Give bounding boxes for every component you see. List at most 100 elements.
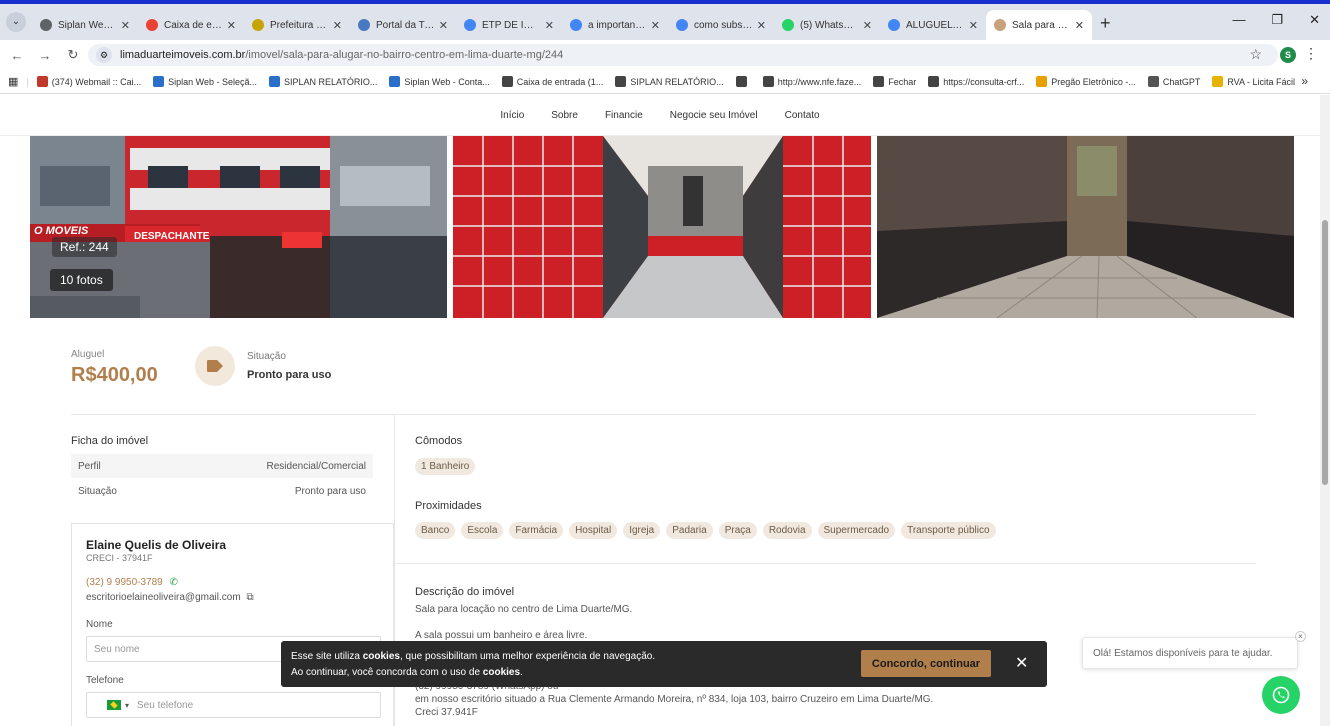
url-domain: limaduarteimoveis.com.br: [120, 49, 246, 61]
ficha-key: Situação: [78, 485, 117, 497]
bookmark-item[interactable]: Siplan Web - Seleçã...: [153, 76, 257, 87]
bookmark-item[interactable]: Pregão Eletrônico -...: [1036, 76, 1136, 87]
bookmark-item[interactable]: Caixa de entrada (1...: [501, 76, 603, 87]
forward-arrow-icon[interactable]: →: [34, 48, 56, 63]
nav-financie[interactable]: Financie: [605, 110, 643, 121]
tab-close-icon[interactable]: ✕: [651, 19, 660, 32]
bookmark-item[interactable]: SIPLAN RELATÓRIO...: [615, 76, 724, 87]
tab-close-icon[interactable]: ✕: [545, 19, 554, 32]
tab-close-icon[interactable]: ✕: [439, 19, 448, 32]
agent-email: escritorioelaineoliveira@gmail.com: [86, 592, 241, 603]
tab-search-chevron-icon[interactable]: ⌄: [6, 12, 26, 32]
bookmarks-divider: |: [26, 76, 29, 87]
tab-close-icon[interactable]: ✕: [969, 19, 978, 32]
bookmark-item[interactable]: Fechar: [873, 76, 916, 87]
browser-tab[interactable]: Caixa de entrada ✕: [138, 10, 244, 40]
tab-close-icon[interactable]: ✕: [1075, 19, 1084, 32]
bookmark-item[interactable]: SIPLAN RELATÓRIO...: [269, 76, 377, 87]
tab-close-icon[interactable]: ✕: [121, 19, 130, 32]
cookie-close-icon[interactable]: ✕: [1015, 653, 1028, 673]
new-tab-plus-icon[interactable]: +: [1100, 13, 1111, 34]
ficha-value: Pronto para uso: [294, 485, 366, 497]
property-photo-hallway[interactable]: [877, 136, 1294, 318]
bookmark-item[interactable]: Siplan Web - Conta...: [389, 76, 490, 87]
chat-message: Olá! Estamos disponíveis para te ajudar.: [1093, 647, 1273, 659]
page-scrollbar[interactable]: [1320, 95, 1330, 726]
agent-phone-link[interactable]: (32) 9 9950-3789 ✆: [86, 577, 178, 588]
rent-price: R$400,00: [71, 364, 158, 386]
property-photo-corridor[interactable]: [453, 136, 871, 318]
tab-label: Prefeitura Munici: [270, 19, 329, 31]
divider: [71, 414, 1256, 415]
photo-count-badge[interactable]: 10 fotos: [50, 269, 113, 291]
city-hall-icon: [252, 19, 264, 31]
descricao-line: em nosso escritório situado a Rua Clemen…: [415, 694, 934, 705]
tab-close-icon[interactable]: ✕: [333, 19, 342, 32]
globe-icon: [615, 76, 627, 87]
bookmark-label: Siplan Web - Conta...: [404, 76, 490, 87]
bookmark-item[interactable]: (374) Webmail :: Cai...: [36, 76, 141, 87]
maximize-icon[interactable]: ❐: [1271, 12, 1283, 28]
whatsapp-small-icon[interactable]: ✆: [170, 577, 178, 588]
agent-phone: (32) 9 9950-3789: [86, 577, 163, 588]
chat-close-icon[interactable]: ×: [1295, 631, 1306, 642]
nav-sobre[interactable]: Sobre: [551, 110, 578, 121]
browser-tab[interactable]: Siplan Web - Sele ✕: [32, 10, 138, 40]
minimize-icon[interactable]: —: [1232, 12, 1245, 28]
bookmarks-bar: ▦ | (374) Webmail :: Cai... Siplan Web - …: [0, 70, 1330, 94]
browser-tab[interactable]: ALUGUEL DE LOJ ✕: [880, 10, 986, 40]
bookmark-item[interactable]: ChatGPT: [1147, 76, 1200, 87]
browser-menu-icon[interactable]: ⋮: [1304, 45, 1318, 62]
tab-close-icon[interactable]: ✕: [863, 19, 872, 32]
browser-tab[interactable]: (5) WhatsApp ✕: [774, 10, 880, 40]
nome-label: Nome: [86, 619, 113, 630]
nav-inicio[interactable]: Início: [500, 110, 524, 121]
bookmark-item[interactable]: http://www.nfe.faze...: [762, 76, 861, 87]
reload-icon[interactable]: ↻: [62, 47, 84, 63]
profile-avatar[interactable]: S: [1280, 47, 1296, 63]
nav-contato[interactable]: Contato: [785, 110, 820, 121]
proximidades-title: Proximidades: [415, 500, 482, 512]
pregao-icon: [1036, 76, 1048, 87]
bookmark-item[interactable]: RVA - Licita Fácil: [1212, 76, 1295, 87]
cookie-text-line1: Esse site utiliza cookies, que possibili…: [291, 651, 656, 662]
divider: [395, 563, 1256, 564]
bookmark-item[interactable]: [735, 76, 751, 87]
tab-close-icon[interactable]: ✕: [757, 19, 766, 32]
close-window-icon[interactable]: ✕: [1309, 12, 1320, 28]
chat-bubble[interactable]: Olá! Estamos disponíveis para te ajudar.: [1082, 637, 1298, 669]
site-settings-icon[interactable]: ⚙: [96, 47, 112, 63]
browser-tab[interactable]: Portal da Transpa ✕: [350, 10, 456, 40]
svg-text:DESPACHANTE: DESPACHANTE: [134, 231, 210, 242]
chatgpt-icon: [1147, 76, 1159, 87]
descricao-line: A sala possui um banheiro e área livre.: [415, 630, 588, 641]
brazil-flag-icon[interactable]: [107, 700, 121, 710]
tab-label: Caixa de entrada: [164, 19, 223, 31]
browser-tab[interactable]: a importancia da ✕: [562, 10, 668, 40]
scroll-thumb[interactable]: [1322, 220, 1328, 485]
browser-tab[interactable]: Sala para alugar n ✕: [986, 10, 1092, 40]
bookmark-star-icon[interactable]: ☆: [1249, 46, 1262, 63]
url-bar[interactable]: ⚙ limaduarteimoveis.com.br/imovel/sala-p…: [88, 44, 1278, 66]
browser-tab[interactable]: Prefeitura Munici ✕: [244, 10, 350, 40]
ficha-title: Ficha do imóvel: [71, 435, 149, 447]
bookmarks-overflow-icon[interactable]: »: [1301, 74, 1308, 88]
whatsapp-float-button[interactable]: [1262, 676, 1300, 714]
bookmark-item[interactable]: https://consulta-crf...: [928, 76, 1024, 87]
globe-icon: [735, 76, 747, 87]
cookie-accept-button[interactable]: Concordo, continuar: [861, 650, 991, 677]
copy-icon[interactable]: ⧉: [246, 592, 253, 603]
situacao-label: Situação: [247, 351, 286, 362]
apps-grid-icon[interactable]: ▦: [8, 75, 18, 88]
google-icon: [676, 19, 688, 31]
cookie-banner: Esse site utiliza cookies, que possibili…: [281, 641, 1047, 687]
telefone-input[interactable]: ▾ Seu telefone: [86, 692, 381, 718]
tab-close-icon[interactable]: ✕: [227, 19, 236, 32]
back-arrow-icon[interactable]: ←: [6, 48, 28, 63]
country-dropdown-icon[interactable]: ▾: [125, 701, 129, 710]
globe-icon: [873, 76, 885, 87]
bookmark-label: Pregão Eletrônico -...: [1051, 76, 1136, 87]
browser-tab[interactable]: como substituir a ✕: [668, 10, 774, 40]
nav-negocie[interactable]: Negocie seu Imóvel: [670, 110, 758, 121]
browser-tab[interactable]: ETP DE IMOVEL D ✕: [456, 10, 562, 40]
